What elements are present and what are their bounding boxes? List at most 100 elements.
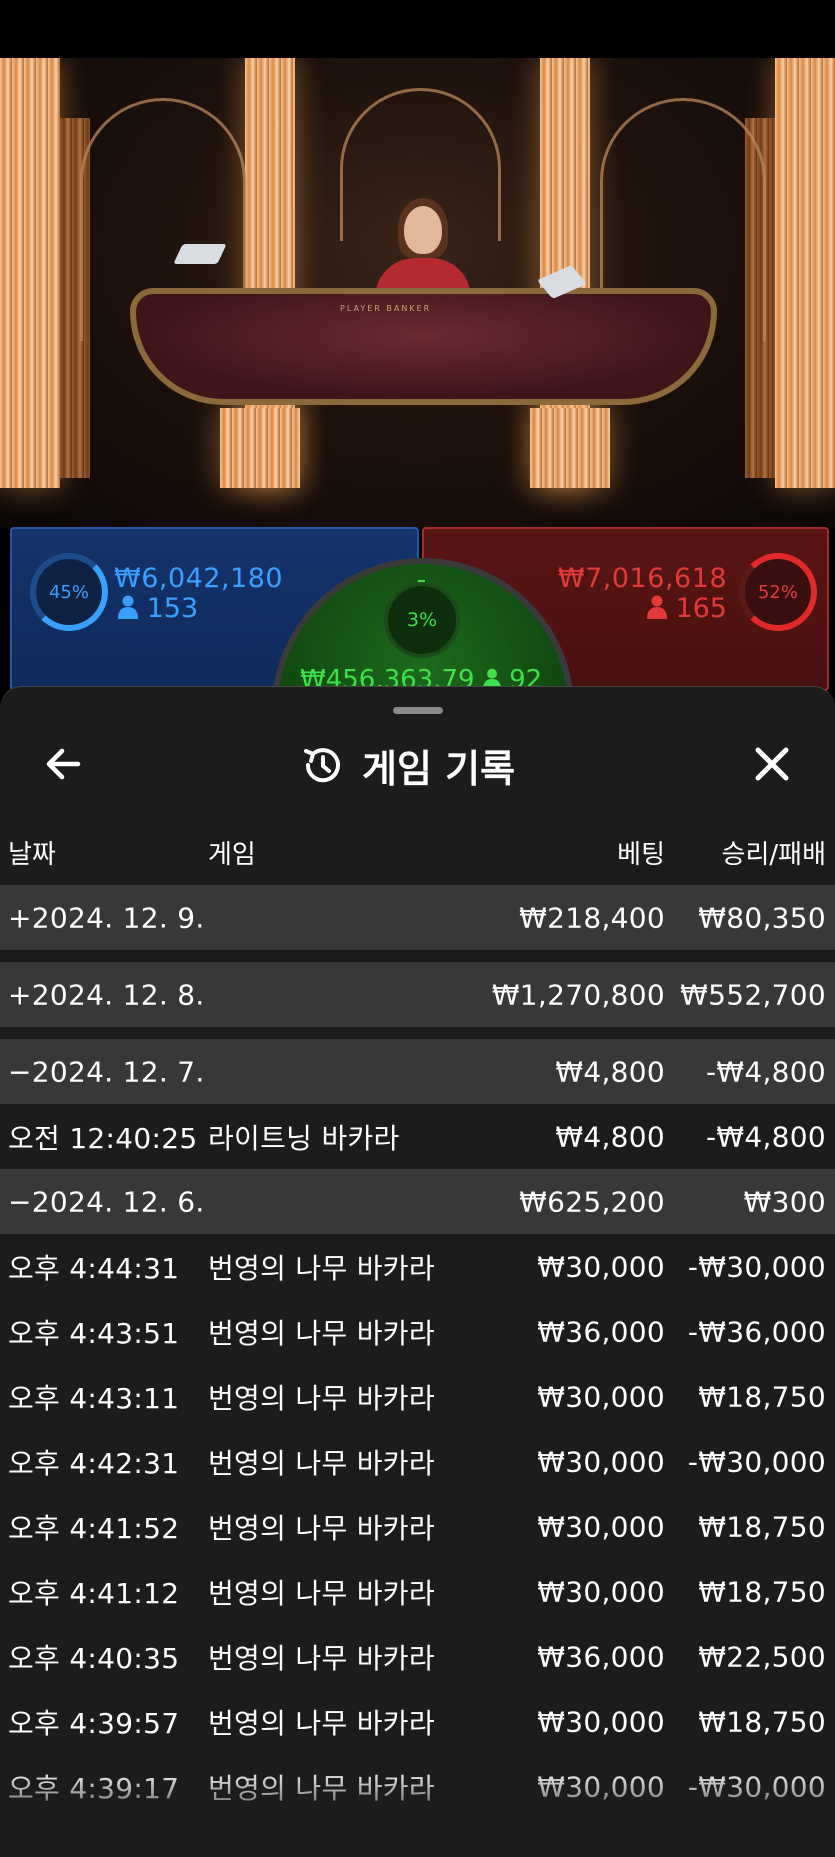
day-summary-row[interactable]: −2024. 12. 6. ₩625,200 ₩300: [0, 1169, 835, 1234]
game-record-row[interactable]: 오후 4:43:11 번영의 나무 바카라 ₩30,000 ₩18,750: [0, 1364, 835, 1429]
row-bet: ₩36,000: [537, 1640, 665, 1673]
row-game: 번영의 나무 바카라: [208, 1706, 435, 1740]
row-result: -₩30,000: [687, 1445, 826, 1478]
row-game: 라이트닝 바카라: [208, 1121, 400, 1155]
row-date: −2024. 12. 7.: [8, 1055, 205, 1088]
row-time: 오후 4:42:31: [8, 1446, 180, 1480]
close-icon: [755, 747, 789, 781]
game-history-sheet: 게임 기록 날짜 게임 베팅 승리/패배 +2024. 12. 9. ₩218,…: [0, 686, 835, 1857]
row-time: 오후 4:39:17: [8, 1771, 180, 1805]
row-bet: ₩30,000: [537, 1445, 665, 1478]
row-time: 오후 4:43:11: [8, 1381, 180, 1415]
row-time: 오후 4:41:52: [8, 1511, 180, 1545]
row-result: ₩80,350: [698, 901, 826, 934]
person-icon: [646, 595, 667, 619]
sheet-drag-handle[interactable]: [393, 707, 443, 714]
row-result: ₩22,500: [698, 1640, 826, 1673]
row-result: ₩18,750: [698, 1380, 826, 1413]
tie-percent: 3%: [406, 609, 438, 631]
game-record-row[interactable]: 오후 4:39:17 번영의 나무 바카라 ₩30,000 -₩30,000: [0, 1754, 835, 1819]
day-summary-row[interactable]: +2024. 12. 8. ₩1,270,800 ₩552,700: [0, 962, 835, 1027]
player-count: 153: [118, 593, 198, 624]
row-result: -₩4,800: [705, 1120, 826, 1153]
player-bet-amount: ₩6,042,180: [114, 563, 284, 594]
banker-percent-ring: 52%: [739, 553, 817, 631]
row-game: 번영의 나무 바카라: [208, 1771, 435, 1805]
row-time: 오후 4:40:35: [8, 1641, 180, 1675]
game-record-row[interactable]: 오후 4:39:57 번영의 나무 바카라 ₩30,000 ₩18,750: [0, 1689, 835, 1754]
row-date: −2024. 12. 6.: [8, 1185, 205, 1218]
banker-bet-amount: ₩7,016,618: [557, 563, 727, 594]
player-percent-ring: 45%: [30, 553, 108, 631]
history-clock-icon: [304, 748, 340, 783]
row-result: ₩18,750: [698, 1510, 826, 1543]
row-bet: ₩4,800: [555, 1120, 665, 1153]
page-title: 게임 기록: [362, 746, 516, 791]
row-date: +2024. 12. 8.: [8, 978, 205, 1011]
row-result: -₩36,000: [687, 1315, 826, 1348]
row-bet: ₩30,000: [537, 1575, 665, 1608]
history-list: +2024. 12. 9. ₩218,400 ₩80,350 +2024. 12…: [0, 885, 835, 1819]
day-summary-row[interactable]: −2024. 12. 7. ₩4,800 -₩4,800: [0, 1039, 835, 1104]
row-bet: ₩30,000: [537, 1250, 665, 1283]
game-record-row[interactable]: 오후 4:44:31 번영의 나무 바카라 ₩30,000 -₩30,000: [0, 1234, 835, 1299]
back-button[interactable]: [40, 740, 88, 788]
row-bet: ₩30,000: [537, 1380, 665, 1413]
close-button[interactable]: [748, 740, 796, 788]
row-time: 오후 4:41:12: [8, 1576, 180, 1610]
row-time: 오후 4:44:31: [8, 1251, 180, 1285]
banker-count-value: 165: [675, 593, 727, 624]
game-record-row[interactable]: 오후 4:42:31 번영의 나무 바카라 ₩30,000 -₩30,000: [0, 1429, 835, 1494]
game-record-row[interactable]: 오후 4:43:51 번영의 나무 바카라 ₩36,000 -₩36,000: [0, 1299, 835, 1364]
row-time: 오전 12:40:25: [8, 1121, 198, 1155]
row-game: 번영의 나무 바카라: [208, 1381, 435, 1415]
player-percent: 45%: [48, 581, 89, 603]
row-game: 번영의 나무 바카라: [208, 1316, 435, 1350]
tie-percent-ring: 3%: [384, 582, 460, 658]
row-bet: ₩625,200: [519, 1185, 665, 1218]
arrow-left-icon: [46, 748, 81, 780]
row-bet: ₩4,800: [555, 1055, 665, 1088]
day-summary-row[interactable]: +2024. 12. 9. ₩218,400 ₩80,350: [0, 885, 835, 950]
decor-pillar: [0, 58, 60, 488]
row-result: -₩4,800: [705, 1055, 826, 1088]
game-record-row[interactable]: 오후 4:41:52 번영의 나무 바카라 ₩30,000 ₩18,750: [0, 1494, 835, 1559]
column-header-result: 승리/패배: [721, 840, 826, 870]
row-bet: ₩36,000: [537, 1315, 665, 1348]
row-bet: ₩218,400: [519, 901, 665, 934]
column-header-date: 날짜: [8, 840, 56, 870]
table-label: PLAYER BANKER: [340, 304, 432, 313]
row-bet: ₩30,000: [537, 1770, 665, 1803]
row-result: ₩552,700: [680, 978, 826, 1011]
row-time: 오후 4:43:51: [8, 1316, 180, 1350]
status-bar: [0, 0, 835, 58]
row-game: 번영의 나무 바카라: [208, 1511, 435, 1545]
person-icon: [118, 595, 138, 619]
row-result: -₩30,000: [687, 1250, 826, 1283]
sheet-header: 게임 기록: [300, 737, 560, 793]
live-video-stream[interactable]: PLAYER BANKER: [0, 58, 835, 528]
row-game: 번영의 나무 바카라: [208, 1251, 435, 1285]
decor-pillar: [220, 408, 300, 488]
game-record-row[interactable]: 오후 4:41:12 번영의 나무 바카라 ₩30,000 ₩18,750: [0, 1559, 835, 1624]
decor-pillar: [530, 408, 610, 488]
card-shoe: [173, 244, 227, 264]
player-count-value: 153: [146, 593, 199, 624]
column-header-game: 게임: [208, 840, 256, 870]
game-record-row[interactable]: 오후 4:40:35 번영의 나무 바카라 ₩36,000 ₩22,500: [0, 1624, 835, 1689]
dealer-face: [404, 206, 442, 254]
row-bet: ₩30,000: [537, 1705, 665, 1738]
decor-pillar: [775, 58, 835, 488]
column-header-bet: 베팅: [617, 840, 665, 870]
banker-percent: 52%: [757, 581, 798, 603]
row-date: +2024. 12. 9.: [8, 901, 205, 934]
row-bet: ₩1,270,800: [491, 978, 665, 1011]
row-result: ₩300: [743, 1185, 826, 1218]
row-time: 오후 4:39:57: [8, 1706, 180, 1740]
row-result: ₩18,750: [698, 1575, 826, 1608]
row-result: -₩30,000: [687, 1770, 826, 1803]
row-game: 번영의 나무 바카라: [208, 1446, 435, 1480]
row-game: 번영의 나무 바카라: [208, 1576, 435, 1610]
row-game: 번영의 나무 바카라: [208, 1641, 435, 1675]
game-record-row[interactable]: 오전 12:40:25 라이트닝 바카라 ₩4,800 -₩4,800: [0, 1104, 835, 1169]
